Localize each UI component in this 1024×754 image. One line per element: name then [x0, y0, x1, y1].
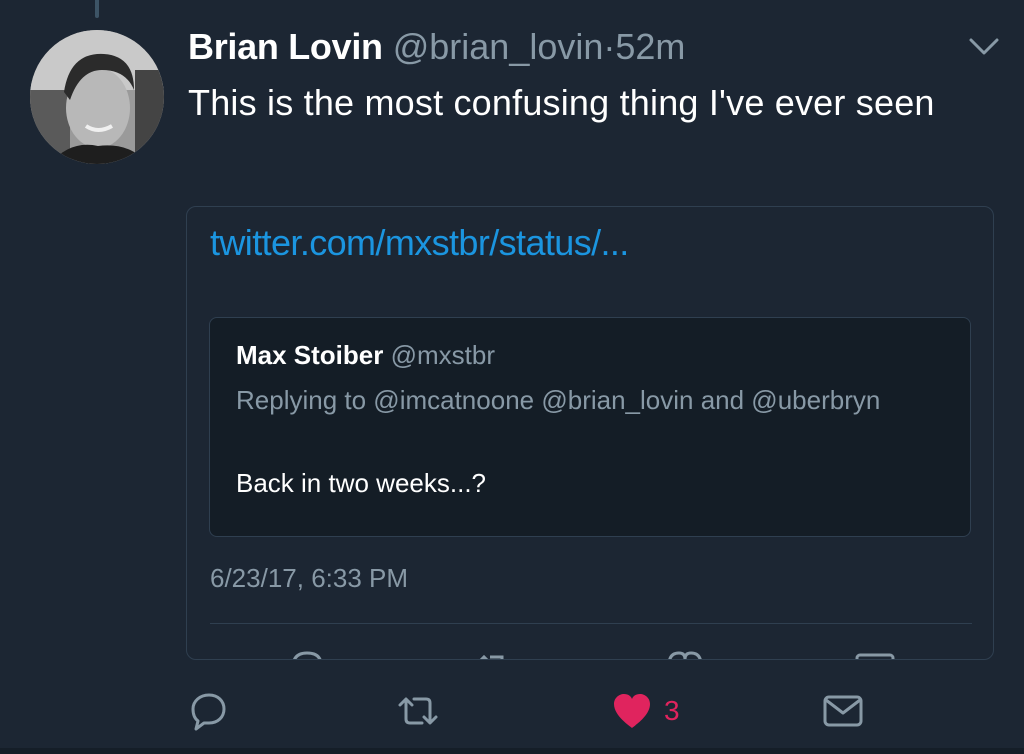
author-name[interactable]: Brian Lovin: [188, 26, 383, 67]
retweet-button[interactable]: [396, 686, 440, 736]
separator-dot: ·: [603, 26, 616, 67]
reply-icon: [190, 691, 228, 731]
bottom-separator: [0, 748, 1024, 754]
tweet-text: This is the most confusing thing I've ev…: [188, 82, 935, 123]
quoted-tweet-text: Back in two weeks...?: [236, 468, 486, 498]
card-divider: [210, 623, 972, 624]
card-link[interactable]: twitter.com/mxstbr/status/...: [210, 221, 629, 265]
card-reply-icon: [287, 645, 327, 659]
card-retweet-icon: [472, 645, 512, 659]
avatar[interactable]: [30, 30, 164, 164]
quoted-author-name: Max Stoiber: [236, 340, 384, 370]
direct-message-button[interactable]: [822, 686, 864, 736]
tweet-time[interactable]: 52m: [615, 26, 685, 67]
avatar-photo: [30, 30, 164, 164]
link-card[interactable]: twitter.com/mxstbr/status/... Max Stoibe…: [186, 206, 994, 660]
thread-connector-line: [95, 0, 99, 18]
author-handle[interactable]: @brian_lovin: [393, 26, 604, 67]
card-like-icon: [665, 645, 705, 659]
like-button[interactable]: 3: [612, 686, 680, 736]
tweet-header: Brian Lovin @brian_lovin·52m: [188, 26, 685, 68]
quoted-tweet-header: Max Stoiber @mxstbr: [236, 338, 495, 372]
heart-icon: [612, 692, 652, 730]
envelope-icon: [822, 691, 864, 731]
like-count: 3: [664, 695, 680, 726]
quoted-author-handle: @mxstbr: [390, 340, 496, 370]
quoted-replying-to: Replying to @imcatnoone @brian_lovin and…: [236, 385, 881, 415]
card-timestamp: 6/23/17, 6:33 PM: [210, 563, 409, 593]
chevron-down-icon[interactable]: [968, 36, 1000, 58]
tweet-actions: 3: [0, 686, 1024, 736]
retweet-icon: [396, 691, 440, 731]
card-dm-icon: [855, 645, 895, 659]
reply-button[interactable]: [190, 686, 228, 736]
tweet-screen: Brian Lovin @brian_lovin·52m This is the…: [0, 0, 1024, 754]
quoted-tweet[interactable]: Max Stoiber @mxstbr Replying to @imcatno…: [209, 317, 971, 537]
